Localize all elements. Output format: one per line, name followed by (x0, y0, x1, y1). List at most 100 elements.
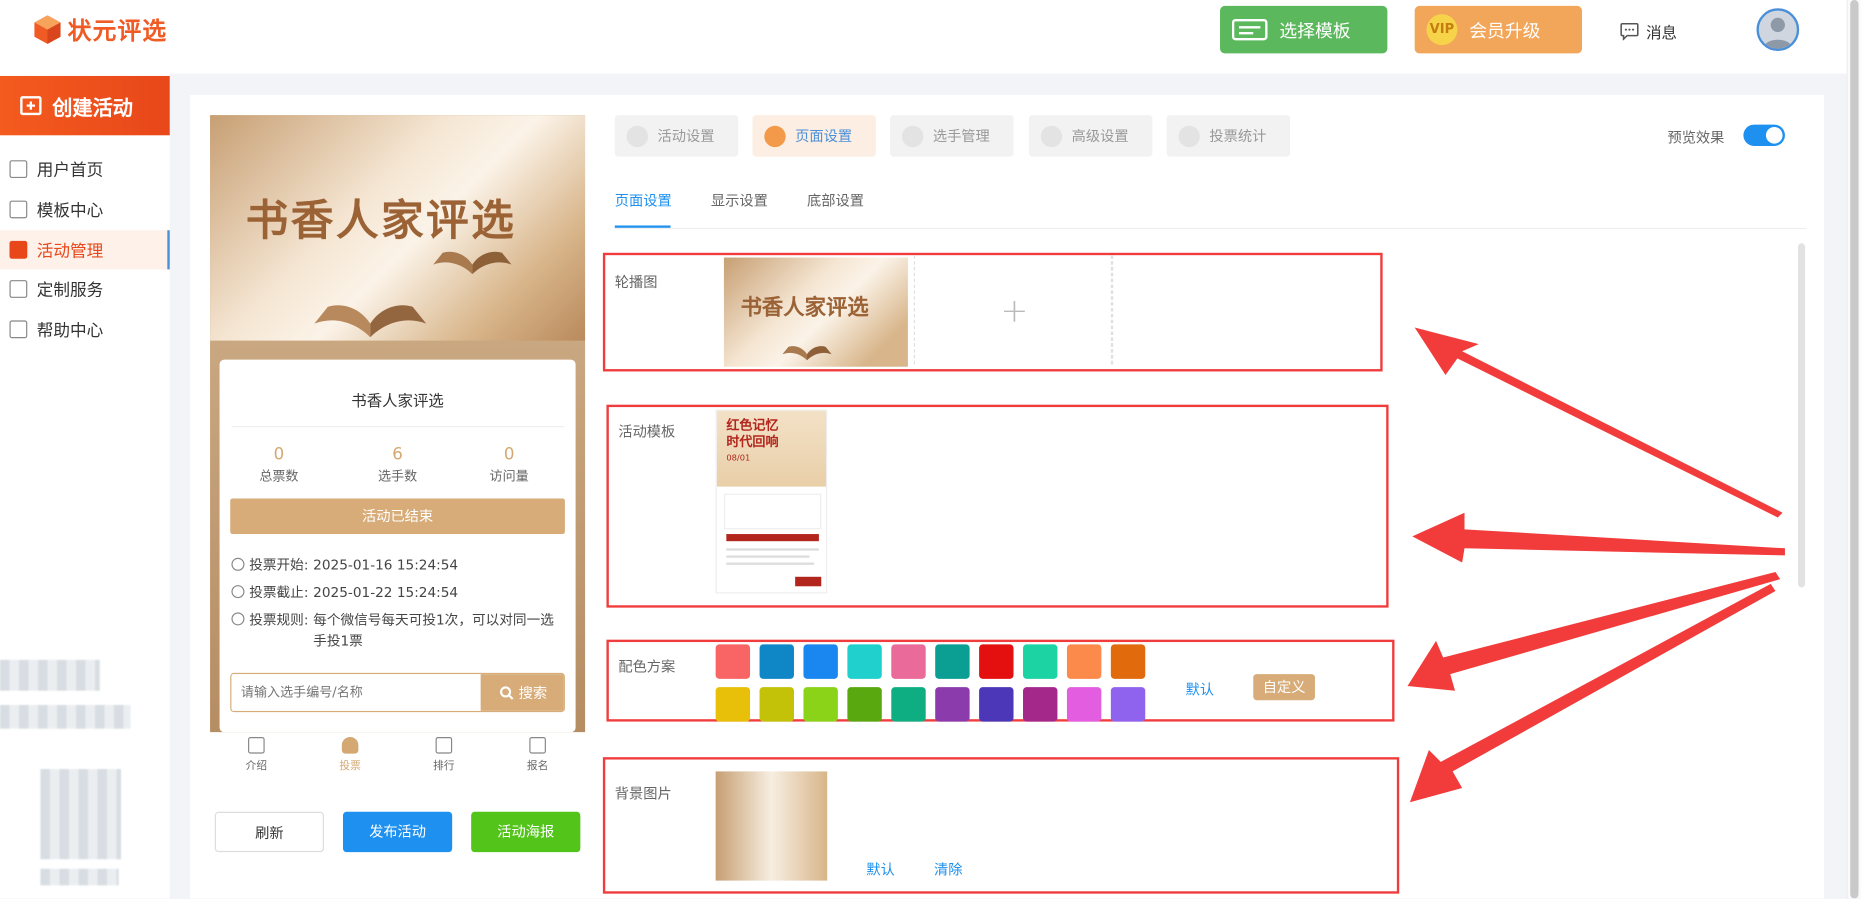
tab-label: 高级设置 (1071, 128, 1129, 145)
color-swatch[interactable] (1066, 687, 1102, 722)
template-date: 08/01 (726, 453, 751, 463)
sidebar-item-home[interactable]: 用户首页 (0, 150, 170, 189)
user-avatar[interactable] (1756, 8, 1800, 52)
carousel-image[interactable]: 书香人家评选 (723, 257, 908, 367)
sidebar-item-help[interactable]: 帮助中心 (0, 310, 170, 349)
activity-poster-button[interactable]: 活动海报 (471, 811, 581, 853)
tab-vote[interactable]: 投票 (315, 737, 386, 773)
template-line (726, 562, 815, 565)
background-image-thumbnail[interactable] (715, 771, 828, 881)
id-card-icon (529, 737, 546, 754)
color-swatch[interactable] (935, 687, 970, 722)
chart-icon (1178, 125, 1200, 147)
tab-page-settings[interactable]: 页面设置 (752, 115, 876, 157)
tab-contestant-management[interactable]: 选手管理 (890, 115, 1014, 157)
color-scheme-section: 配色方案 默认 自定义 (606, 639, 1395, 722)
carousel-label: 轮播图 (614, 274, 658, 291)
subtab-footer-settings[interactable]: 底部设置 (807, 190, 864, 210)
color-swatch[interactable] (803, 687, 838, 722)
vote-start-time: 2025-01-16 15:24:54 (313, 556, 459, 574)
vote-end-row: 投票截止: 2025-01-22 15:24:54 (231, 582, 563, 603)
color-swatch[interactable] (847, 687, 882, 722)
divider (231, 426, 564, 428)
vip-upgrade-button[interactable]: VIP 会员升级 (1414, 5, 1583, 54)
stat-label: 总票数 (259, 468, 299, 485)
template-search-button (795, 576, 822, 587)
vote-start-label: 投票开始: (249, 556, 309, 574)
color-swatch[interactable] (1066, 644, 1102, 679)
open-book-icon (782, 346, 832, 361)
sidebar-item-templates[interactable]: 模板中心 (0, 190, 170, 229)
open-book-icon (314, 305, 427, 338)
help-icon (9, 320, 28, 339)
color-custom-button[interactable]: 自定义 (1253, 674, 1315, 701)
template-title-line: 时代回响 (726, 434, 779, 450)
search-icon (499, 685, 514, 700)
carousel-upload-slot[interactable]: + (913, 255, 1113, 365)
sidebar-item-activity-management[interactable]: 活动管理 (0, 230, 170, 270)
main-panel: 书香人家评选 书香人家评选 0 总票数 6 选手数 0 访问量 活动已结束 投票… (189, 94, 1825, 899)
tab-label: 排行 (433, 760, 455, 773)
publish-activity-button[interactable]: 发布活动 (342, 811, 453, 853)
subtab-page-settings[interactable]: 页面设置 (615, 190, 672, 210)
search-button[interactable]: 搜索 (480, 674, 564, 711)
color-swatch[interactable] (979, 644, 1014, 679)
plus-icon: + (1000, 290, 1029, 330)
create-activity-button[interactable]: 创建活动 (0, 75, 170, 136)
settings-scrollbar[interactable] (1798, 243, 1806, 588)
tab-vote-statistics[interactable]: 投票统计 (1166, 115, 1291, 157)
color-swatch[interactable] (847, 644, 882, 679)
color-default-link[interactable]: 默认 (1186, 679, 1215, 699)
contestant-search-input[interactable] (231, 674, 481, 711)
background-default-link[interactable]: 默认 (866, 859, 895, 879)
color-swatch[interactable] (759, 687, 794, 722)
stat-visits: 0 访问量 (462, 445, 557, 485)
tab-activity-settings[interactable]: 活动设置 (614, 115, 739, 157)
color-swatch[interactable] (935, 644, 970, 679)
vip-badge-icon: VIP (1426, 14, 1458, 46)
divider (1112, 255, 1114, 365)
tab-signup[interactable]: 报名 (502, 737, 573, 773)
color-swatch[interactable] (891, 644, 926, 679)
blurred-caption (40, 868, 119, 886)
tab-label: 活动设置 (657, 128, 715, 145)
document-icon (248, 737, 265, 754)
brand-logo[interactable]: 状元评选 (32, 12, 167, 46)
color-swatch[interactable] (891, 687, 926, 722)
blurred-contact (0, 659, 100, 691)
sidebar-item-custom-service[interactable]: 定制服务 (0, 269, 170, 308)
background-image-section: 背景图片 默认 清除 (602, 757, 1400, 894)
messages-link[interactable]: 消息 (1620, 20, 1677, 43)
gear-icon (1040, 125, 1063, 147)
background-clear-link[interactable]: 清除 (934, 859, 963, 879)
search-button-label: 搜索 (518, 684, 548, 702)
color-swatch[interactable] (979, 687, 1014, 722)
color-swatch[interactable] (1110, 644, 1146, 679)
user-silhouette-icon (1763, 17, 1793, 49)
color-swatch[interactable] (1110, 687, 1146, 722)
preview-tabbar: 介绍 投票 排行 报名 (210, 732, 586, 785)
template-header: 红色记忆 时代回响 08/01 (716, 410, 827, 487)
background-image-label: 背景图片 (614, 785, 672, 803)
color-swatch[interactable] (715, 687, 751, 722)
sidebar-item-label: 定制服务 (36, 280, 104, 300)
tab-advanced-settings[interactable]: 高级设置 (1028, 115, 1153, 157)
color-swatch[interactable] (1023, 644, 1058, 679)
mobile-preview: 书香人家评选 书香人家评选 0 总票数 6 选手数 0 访问量 活动已结束 投票… (210, 115, 586, 733)
banner-title: 书香人家评选 (245, 195, 517, 246)
color-swatch[interactable] (1023, 687, 1058, 722)
tab-label: 投票 (339, 760, 361, 773)
activity-template-section: 活动模板 红色记忆 时代回响 08/01 (606, 404, 1389, 608)
refresh-button[interactable]: 刷新 (214, 811, 324, 853)
choose-template-button[interactable]: 选择模板 (1220, 5, 1388, 54)
template-thumbnail[interactable]: 红色记忆 时代回响 08/01 (715, 409, 828, 594)
color-swatch[interactable] (759, 644, 794, 679)
preview-effect-toggle[interactable] (1743, 124, 1785, 146)
color-swatch[interactable] (715, 644, 751, 679)
color-swatch[interactable] (803, 644, 838, 679)
tab-intro[interactable]: 介绍 (221, 737, 292, 773)
tab-ranking[interactable]: 排行 (408, 737, 479, 773)
template-card (723, 493, 822, 530)
subtab-display-settings[interactable]: 显示设置 (711, 190, 768, 210)
page-scrollbar[interactable] (1846, 0, 1861, 899)
